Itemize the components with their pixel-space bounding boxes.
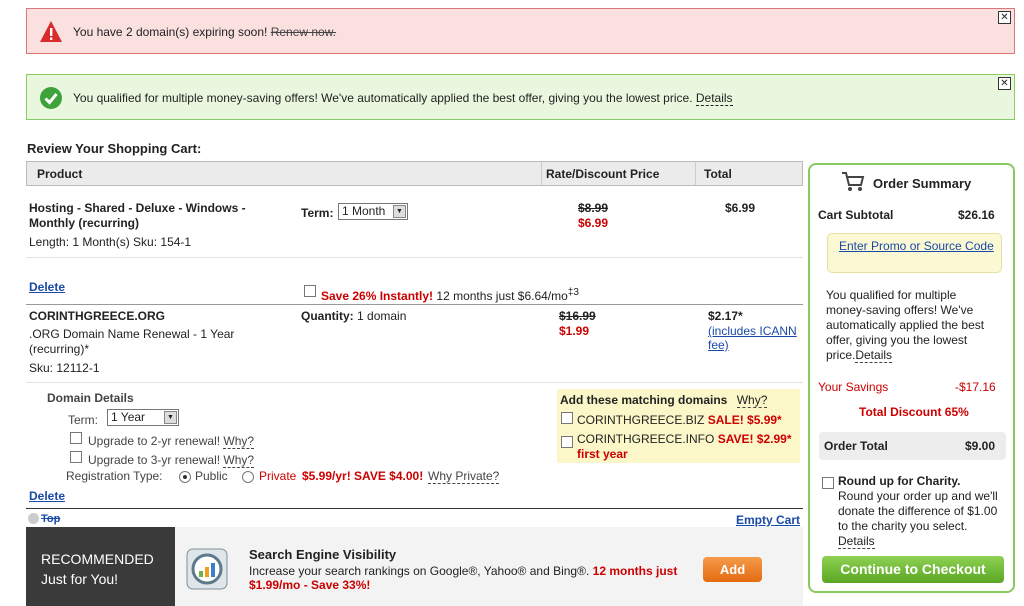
checkmark-icon [40,87,62,109]
matching-domain-offer: SALE! $5.99* [707,413,782,427]
details-link[interactable]: Details [855,348,893,363]
search-engine-icon [186,548,228,590]
old-price: $8.99 [578,201,609,215]
public-radio[interactable] [179,471,191,483]
new-price: $6.99 [578,216,609,230]
total-discount: Total Discount 65% [859,405,969,419]
matching-domain-checkbox[interactable] [561,436,573,448]
charity-details-link[interactable]: Details [838,534,875,549]
upgrade-2yr-label: Upgrade to 2-yr renewal! [88,434,221,448]
order-total-value: $9.00 [965,439,996,453]
shopping-cart-icon [842,172,865,191]
upgrade-3yr-label: Upgrade to 3-yr renewal! [88,453,221,467]
matching-domain-note: first year [577,447,628,461]
term-label: Term: [301,206,334,220]
table-header: Product Rate/Discount Price Total [26,161,803,186]
icann-fee-link[interactable]: (includes ICANN fee) [708,324,802,352]
private-label: Private [259,469,297,483]
why-private-link[interactable]: Why Private? [428,469,500,484]
charity-text: Round your order up and we'll donate the… [838,489,998,533]
item-total: $6.99 [725,201,756,215]
promo-code-link[interactable]: Enter Promo or Source Code [839,239,999,254]
matching-domains-box: Add these matching domains Why? CORINTHG… [557,389,800,463]
matching-title: Add these matching domains [560,393,728,407]
why-link[interactable]: Why? [223,453,255,468]
offers-applied-alert: You qualified for multiple money-saving … [26,74,1015,120]
close-icon[interactable]: ✕ [998,11,1011,24]
new-price: $1.99 [559,324,590,338]
savings-label: Your Savings [818,380,889,394]
arrow-up-icon [28,513,39,524]
item-name: Hosting - Shared - Deluxe - Windows - Mo… [29,201,246,230]
domain-desc: .ORG Domain Name Renewal - 1 Year (recur… [29,327,235,356]
order-total-box: Order Total $9.00 [819,432,1006,460]
quantity-label: Quantity: [301,309,354,323]
promo-box: Enter Promo or Source Code [827,233,1002,273]
details-link[interactable]: Details [695,91,733,106]
summary-title: Order Summary [873,176,972,191]
alert-message: You qualified for multiple money-saving … [73,91,693,105]
order-total-label: Order Total [824,439,888,453]
renew-now-link[interactable]: Renew now. [271,25,336,39]
item-total: $2.17* [708,309,743,323]
save-offer-checkbox[interactable] [304,285,316,297]
alert-message: You have 2 domain(s) expiring soon! [73,25,268,39]
savings-value: -$17.16 [955,380,996,394]
expiring-domains-alert: You have 2 domain(s) expiring soon! Rene… [26,8,1015,54]
item-meta: Length: 1 Month(s) Sku: 154-1 [29,235,192,249]
matching-domain-name: CORINTHGREECE.INFO [577,432,715,446]
registration-type-label: Registration Type: [66,469,163,483]
recommended-label: RECOMMENDED Just for You! [26,527,175,606]
old-price: $16.99 [559,309,596,323]
qualified-text: You qualified for multiple money-saving … [826,288,985,362]
top-link[interactable]: Top [41,513,60,525]
product-title: Search Engine Visibility [249,547,397,562]
upgrade-3yr-checkbox[interactable] [70,451,82,463]
why-link[interactable]: Why? [736,393,768,408]
save-offer-detail: 12 months just $6.64/mo [436,289,568,303]
order-summary-panel: Order Summary Cart Subtotal $26.16 Enter… [808,163,1015,593]
header-total: Total [704,167,732,181]
upgrade-2yr-checkbox[interactable] [70,432,82,444]
term-select[interactable]: 1 Month ▼ [338,203,408,220]
subtotal-label: Cart Subtotal [818,208,894,222]
product-desc: Increase your search rankings on Google®… [249,564,590,578]
continue-checkout-button[interactable]: Continue to Checkout [822,556,1004,583]
term-label: Term: [68,413,98,427]
save-offer-label: Save 26% Instantly! [321,289,434,303]
subtotal-value: $26.16 [958,208,995,222]
add-button[interactable]: Add [703,557,762,582]
why-link[interactable]: Why? [223,434,255,449]
domain-name: CORINTHGREECE.ORG [29,309,166,323]
private-price: $5.99/yr! SAVE $4.00! [302,469,424,483]
public-label: Public [195,469,228,483]
header-rate: Rate/Discount Price [546,167,660,181]
chevron-down-icon: ▼ [164,411,177,424]
delete-link[interactable]: Delete [29,280,65,294]
matching-domain-name: CORINTHGREECE.BIZ [577,413,705,427]
delete-link[interactable]: Delete [29,489,65,503]
charity-title: Round up for Charity. [838,474,961,488]
charity-checkbox[interactable] [822,477,834,489]
chevron-down-icon: ▼ [393,205,406,218]
page-title: Review Your Shopping Cart: [27,141,202,156]
recommended-bar: RECOMMENDED Just for You! Search Engine … [26,527,803,606]
domain-details-title: Domain Details [47,391,134,405]
term-select[interactable]: 1 Year ▼ [107,409,179,426]
domain-sku: Sku: 12112-1 [29,361,100,375]
matching-domain-offer: SAVE! $2.99* [717,432,792,446]
private-radio[interactable] [242,471,254,483]
footnote-mark: ‡3 [567,287,579,298]
warning-icon [40,21,62,42]
matching-domain-checkbox[interactable] [561,412,573,424]
shopping-cart-table: Product Rate/Discount Price Total [26,161,803,186]
header-product: Product [37,167,83,181]
empty-cart-link[interactable]: Empty Cart [736,513,800,527]
close-icon[interactable]: ✕ [998,77,1011,90]
quantity-value: 1 domain [357,309,407,323]
